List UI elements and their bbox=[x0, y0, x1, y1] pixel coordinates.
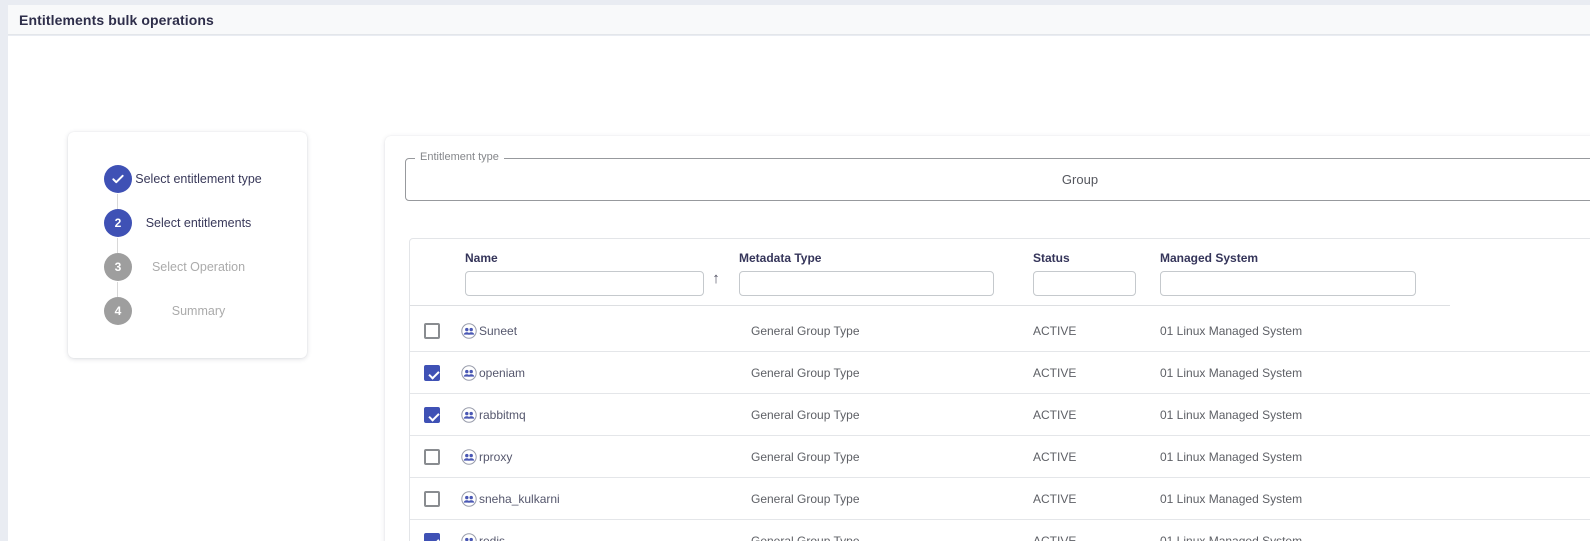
table-row[interactable]: rproxy General Group Type ACTIVE 01 Linu… bbox=[410, 436, 1590, 478]
row-metadata-type: General Group Type bbox=[751, 478, 860, 519]
row-status: ACTIVE bbox=[1033, 310, 1076, 351]
group-icon bbox=[461, 533, 477, 541]
row-status: ACTIVE bbox=[1033, 352, 1076, 393]
row-name: openiam bbox=[479, 352, 525, 393]
group-icon bbox=[461, 323, 477, 339]
column-header-status[interactable]: Status bbox=[1033, 251, 1136, 265]
row-checkbox[interactable] bbox=[424, 365, 440, 381]
column-header-metadata-type[interactable]: Metadata Type bbox=[739, 251, 994, 265]
step-label: Select entitlements bbox=[132, 216, 307, 230]
table-row[interactable]: rabbitmq General Group Type ACTIVE 01 Li… bbox=[410, 394, 1590, 436]
stepper-step[interactable]: 3 Select Operation bbox=[68, 245, 307, 289]
row-name: Suneet bbox=[479, 310, 517, 351]
step-indicator: 3 bbox=[104, 253, 132, 281]
name-filter-input[interactable] bbox=[465, 271, 704, 296]
stepper-step[interactable]: 4 Summary bbox=[68, 289, 307, 333]
step-number: 3 bbox=[115, 260, 122, 274]
metadata-type-filter-input[interactable] bbox=[739, 271, 994, 296]
row-managed-system: 01 Linux Managed System bbox=[1160, 352, 1302, 393]
column-header-managed-system[interactable]: Managed System bbox=[1160, 251, 1416, 265]
row-name: rproxy bbox=[479, 436, 512, 477]
row-name: rabbitmq bbox=[479, 394, 526, 435]
row-name: sneha_kulkarni bbox=[479, 478, 560, 519]
stepper-step[interactable]: Select entitlement type bbox=[68, 157, 307, 201]
row-status: ACTIVE bbox=[1033, 478, 1076, 519]
row-managed-system: 01 Linux Managed System bbox=[1160, 436, 1302, 477]
row-managed-system: 01 Linux Managed System bbox=[1160, 310, 1302, 351]
stepper-steps: Select entitlement type 2 Select entitle… bbox=[68, 157, 307, 333]
step-number: 2 bbox=[115, 216, 122, 230]
header-divider bbox=[410, 305, 1450, 306]
row-status: ACTIVE bbox=[1033, 436, 1076, 477]
stepper-card: Select entitlement type 2 Select entitle… bbox=[68, 132, 307, 358]
stepper-step[interactable]: 2 Select entitlements bbox=[68, 201, 307, 245]
table-rows: Suneet General Group Type ACTIVE 01 Linu… bbox=[410, 310, 1590, 541]
row-checkbox[interactable] bbox=[424, 491, 440, 507]
entitlement-type-field: Entitlement type Group bbox=[405, 158, 1590, 201]
row-checkbox[interactable] bbox=[424, 323, 440, 339]
row-status: ACTIVE bbox=[1033, 520, 1076, 541]
row-checkbox[interactable] bbox=[424, 449, 440, 465]
table-row[interactable]: Suneet General Group Type ACTIVE 01 Linu… bbox=[410, 310, 1590, 352]
entitlement-type-label: Entitlement type bbox=[415, 151, 504, 163]
row-name: redis bbox=[479, 520, 505, 541]
row-managed-system: 01 Linux Managed System bbox=[1160, 394, 1302, 435]
step-label: Select entitlement type bbox=[132, 172, 307, 186]
step-indicator bbox=[104, 165, 132, 193]
table-row[interactable]: redis General Group Type ACTIVE 01 Linux… bbox=[410, 520, 1590, 541]
step-label: Select Operation bbox=[132, 260, 307, 274]
sort-arrow-up-icon[interactable]: ↑ bbox=[707, 270, 725, 287]
table-row[interactable]: openiam General Group Type ACTIVE 01 Lin… bbox=[410, 352, 1590, 394]
page-header: Entitlements bulk operations bbox=[8, 5, 1590, 35]
row-metadata-type: General Group Type bbox=[751, 520, 860, 541]
row-checkbox[interactable] bbox=[424, 407, 440, 423]
table-row[interactable]: sneha_kulkarni General Group Type ACTIVE… bbox=[410, 478, 1590, 520]
row-status: ACTIVE bbox=[1033, 394, 1076, 435]
entitlements-panel: Entitlement type Group Name ↑ Metadata T… bbox=[385, 136, 1590, 541]
group-icon bbox=[461, 365, 477, 381]
content-surface: Select entitlement type 2 Select entitle… bbox=[8, 36, 1590, 541]
entitlements-table: Name ↑ Metadata Type Status Managed Syst… bbox=[409, 238, 1590, 541]
row-metadata-type: General Group Type bbox=[751, 394, 860, 435]
row-checkbox[interactable] bbox=[424, 533, 440, 541]
row-metadata-type: General Group Type bbox=[751, 352, 860, 393]
step-indicator: 2 bbox=[104, 209, 132, 237]
row-metadata-type: General Group Type bbox=[751, 310, 860, 351]
check-icon bbox=[111, 172, 125, 186]
page-title: Entitlements bulk operations bbox=[19, 12, 214, 28]
group-icon bbox=[461, 491, 477, 507]
table-header: Name ↑ Metadata Type Status Managed Syst… bbox=[410, 239, 1590, 305]
group-icon bbox=[461, 449, 477, 465]
entitlement-type-value: Group bbox=[406, 159, 1590, 200]
group-icon bbox=[461, 407, 477, 423]
step-indicator: 4 bbox=[104, 297, 132, 325]
step-number: 4 bbox=[115, 304, 122, 318]
row-managed-system: 01 Linux Managed System bbox=[1160, 520, 1302, 541]
row-managed-system: 01 Linux Managed System bbox=[1160, 478, 1302, 519]
status-filter-input[interactable] bbox=[1033, 271, 1136, 296]
column-header-name[interactable]: Name bbox=[465, 251, 704, 265]
step-label: Summary bbox=[132, 304, 307, 318]
managed-system-filter-input[interactable] bbox=[1160, 271, 1416, 296]
row-metadata-type: General Group Type bbox=[751, 436, 860, 477]
